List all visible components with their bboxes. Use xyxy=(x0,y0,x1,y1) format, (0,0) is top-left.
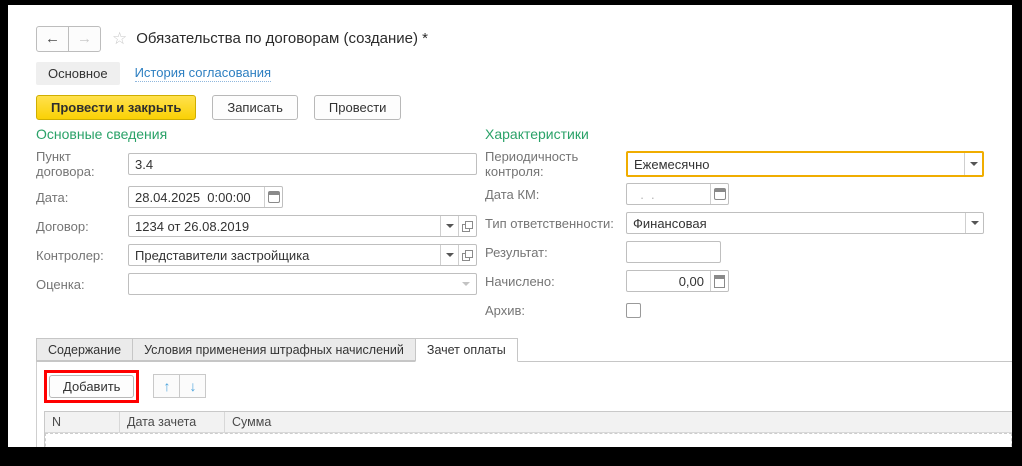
payment-offset-panel: Добавить ↑ ↓ N Дата зачета Сумма xyxy=(36,362,1012,447)
result-input[interactable] xyxy=(626,241,721,263)
contract-label: Договор: xyxy=(36,219,128,234)
accrued-label: Начислено: xyxy=(485,274,626,289)
controller-label: Контролер: xyxy=(36,248,128,263)
form-window: ← → ☆ Обязательства по договорам (создан… xyxy=(8,5,1012,447)
table-header-n[interactable]: N xyxy=(45,412,120,432)
command-bar: Провести и закрыть Записать Провести xyxy=(36,95,1012,120)
tab-main[interactable]: Основное xyxy=(36,62,120,85)
chevron-down-icon xyxy=(446,253,454,257)
back-button[interactable]: ← xyxy=(36,26,69,52)
add-row-button[interactable]: Добавить xyxy=(49,375,134,398)
contract-clause-label: Пункт договора: xyxy=(36,149,128,179)
table-header-offset-date[interactable]: Дата зачета xyxy=(120,412,225,432)
accrued-field xyxy=(626,270,729,292)
control-periodicity-label: Периодичность контроля: xyxy=(485,149,626,179)
controller-dropdown-button[interactable] xyxy=(440,245,458,265)
window-title: Обязательства по договорам (создание) * xyxy=(136,30,428,47)
favorite-star-icon[interactable]: ☆ xyxy=(112,30,127,47)
move-up-button[interactable]: ↑ xyxy=(153,374,180,398)
tab-penalty-conditions[interactable]: Условия применения штрафных начислений xyxy=(132,338,416,361)
contract-field xyxy=(128,215,477,237)
responsibility-type-label: Тип ответственности: xyxy=(485,216,626,231)
calendar-icon xyxy=(714,188,726,200)
km-date-input[interactable] xyxy=(627,184,710,204)
bottom-tab-panel: Содержание Условия применения штрафных н… xyxy=(36,338,1012,447)
rating-label: Оценка: xyxy=(36,277,128,292)
titlebar: ← → ☆ Обязательства по договорам (создан… xyxy=(36,25,1012,52)
calculator-icon xyxy=(714,275,725,288)
archive-checkbox[interactable] xyxy=(626,303,641,318)
open-icon xyxy=(462,250,473,261)
section-title-main: Основные сведения xyxy=(36,126,477,144)
contract-dropdown-button[interactable] xyxy=(440,216,458,236)
control-periodicity-dropdown-button[interactable] xyxy=(964,153,982,175)
history-nav-group: ← → xyxy=(36,26,101,52)
chevron-down-icon xyxy=(970,162,978,166)
responsibility-type-input[interactable] xyxy=(627,213,965,233)
accrued-calculator-button[interactable] xyxy=(710,271,728,291)
bottom-tabstrip: Содержание Условия применения штрафных н… xyxy=(36,338,1012,362)
chevron-down-icon xyxy=(971,221,979,225)
table-toolbar: Добавить ↑ ↓ xyxy=(44,370,1012,402)
tab-content[interactable]: Содержание xyxy=(36,338,133,361)
controller-open-button[interactable] xyxy=(458,245,476,265)
move-buttons-group: ↑ ↓ xyxy=(153,374,206,398)
responsibility-type-dropdown-button[interactable] xyxy=(965,213,983,233)
payment-offset-table: N Дата зачета Сумма xyxy=(44,411,1012,447)
control-periodicity-field xyxy=(626,151,984,177)
responsibility-type-field xyxy=(626,212,984,234)
controller-field xyxy=(128,244,477,266)
calendar-icon xyxy=(268,191,280,203)
arrow-up-icon: ↑ xyxy=(163,378,170,394)
km-date-label: Дата КМ: xyxy=(485,187,626,202)
tab-payment-offset[interactable]: Зачет оплаты xyxy=(415,338,518,362)
write-button[interactable]: Записать xyxy=(212,95,298,120)
characteristics-section: Характеристики Периодичность контроля: Д… xyxy=(485,126,1012,321)
section-title-characteristics: Характеристики xyxy=(485,126,1012,144)
date-field xyxy=(128,186,283,208)
chevron-down-icon xyxy=(446,224,454,228)
back-arrow-icon: ← xyxy=(45,30,60,47)
km-date-calendar-button[interactable] xyxy=(710,184,728,204)
move-down-button[interactable]: ↓ xyxy=(179,374,206,398)
control-periodicity-input[interactable] xyxy=(628,153,964,175)
form-area: Основные сведения Пункт договора: Дата: … xyxy=(36,126,1012,321)
controller-input[interactable] xyxy=(129,245,440,265)
date-input[interactable] xyxy=(129,187,264,207)
rating-input[interactable] xyxy=(128,273,477,295)
chevron-down-icon xyxy=(462,282,470,286)
date-calendar-button[interactable] xyxy=(264,187,282,207)
km-date-field xyxy=(626,183,729,205)
table-empty-row[interactable] xyxy=(45,433,1012,447)
forward-button[interactable]: → xyxy=(68,26,101,52)
red-highlight-annotation: Добавить xyxy=(44,370,139,403)
result-label: Результат: xyxy=(485,245,626,260)
open-icon xyxy=(462,221,473,232)
contract-clause-input[interactable] xyxy=(128,153,477,175)
archive-label: Архив: xyxy=(485,303,626,318)
accrued-input[interactable] xyxy=(627,271,710,291)
contract-input[interactable] xyxy=(129,216,440,236)
date-label: Дата: xyxy=(36,190,128,205)
post-and-close-button[interactable]: Провести и закрыть xyxy=(36,95,196,120)
post-button[interactable]: Провести xyxy=(314,95,402,120)
main-info-section: Основные сведения Пункт договора: Дата: … xyxy=(36,126,477,321)
tab-approval-history-link[interactable]: История согласования xyxy=(135,65,272,82)
table-header-row: N Дата зачета Сумма xyxy=(45,412,1012,433)
contract-open-button[interactable] xyxy=(458,216,476,236)
table-header-sum[interactable]: Сумма xyxy=(225,412,1012,432)
forward-arrow-icon: → xyxy=(77,30,92,47)
nav-tabs: Основное История согласования xyxy=(36,61,1012,85)
arrow-down-icon: ↓ xyxy=(189,378,196,394)
